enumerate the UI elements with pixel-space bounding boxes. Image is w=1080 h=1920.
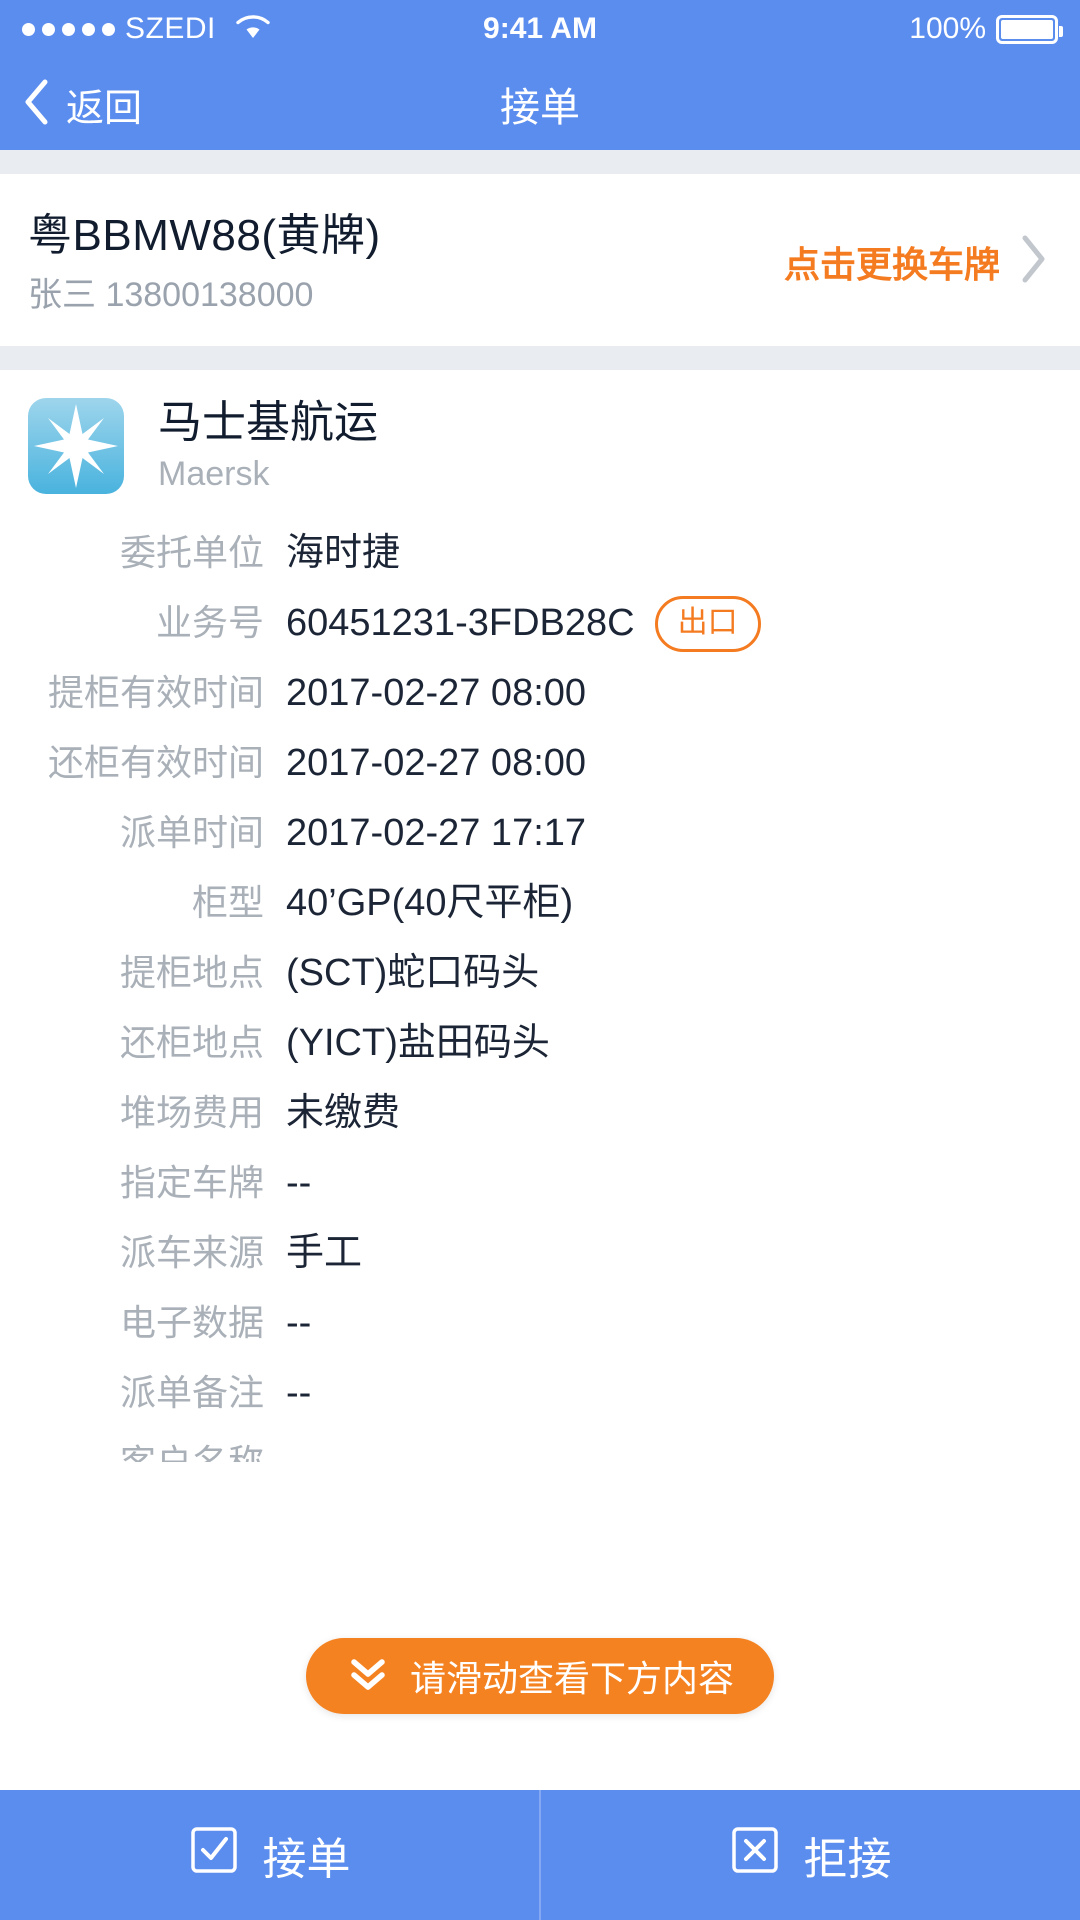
detail-field-row: 业务号 60451231-3FDB28C 出口 bbox=[0, 588, 1080, 658]
carrier-name: SZEDI bbox=[125, 12, 216, 45]
detail-field-row: 客户名称 bbox=[0, 1428, 1080, 1462]
detail-field-value-text: 2017-02-27 08:00 bbox=[286, 671, 587, 714]
detail-field-label: 指定车牌 bbox=[119, 1161, 264, 1203]
change-plate-button[interactable]: 点击更换车牌 bbox=[784, 232, 1052, 291]
detail-field-value: -- bbox=[286, 1148, 311, 1218]
section-separator-top bbox=[0, 150, 1080, 174]
detail-field-row: 指定车牌 -- bbox=[0, 1148, 1080, 1218]
status-bar-left: SZEDI bbox=[22, 12, 272, 46]
detail-field-label: 派单备注 bbox=[119, 1371, 264, 1413]
detail-field-label: 客户名称 bbox=[28, 1428, 264, 1462]
back-button[interactable]: 返回 bbox=[0, 77, 142, 132]
page-title: 接单 bbox=[500, 86, 580, 130]
detail-field-value-text: (SCT)蛇口码头 bbox=[286, 951, 540, 994]
detail-field-row: 还柜有效时间 2017-02-27 08:00 bbox=[0, 728, 1080, 798]
vehicle-card[interactable]: 粤BBMW88(黄牌) 张三 13800138000 点击更换车牌 bbox=[0, 174, 1080, 346]
trade-direction-badge: 出口 bbox=[654, 595, 761, 652]
checkbox-check-icon bbox=[189, 1825, 239, 1886]
checkbox-cross-icon bbox=[730, 1825, 780, 1886]
detail-field-value-text: (YICT)盐田码头 bbox=[286, 1021, 550, 1064]
chevron-left-icon bbox=[22, 77, 52, 132]
detail-field-label: 提柜地点 bbox=[119, 951, 264, 993]
maersk-star-logo bbox=[28, 397, 124, 494]
detail-field-label: 委托单位 bbox=[119, 531, 264, 573]
signal-strength-icon bbox=[22, 22, 115, 36]
detail-field-value: 2017-02-27 08:00 bbox=[286, 658, 586, 728]
change-plate-label: 点击更换车牌 bbox=[783, 243, 1000, 285]
status-bar-right: 100% bbox=[909, 12, 1063, 46]
detail-field-value: -- bbox=[286, 1288, 311, 1358]
detail-field-value-text: 海时捷 bbox=[286, 531, 401, 574]
detail-field-value: 2017-02-27 17:17 bbox=[286, 798, 586, 868]
double-chevron-down-icon bbox=[346, 1653, 390, 1700]
scroll-hint-button[interactable]: 请滑动查看下方内容 bbox=[305, 1638, 775, 1714]
accept-order-button-label: 接单 bbox=[262, 1835, 351, 1884]
detail-field-row: 柜型 40’GP(40尺平柜) bbox=[0, 868, 1080, 938]
app-screen: SZEDI 9:41 AM 100% 返回 接单 粤BBMW88(黄牌) 张三 … bbox=[0, 0, 1080, 1920]
detail-field-value: 40’GP(40尺平柜) bbox=[286, 868, 573, 938]
bottom-action-bar: 接单 拒接 bbox=[0, 1790, 1080, 1920]
back-button-label: 返回 bbox=[66, 87, 143, 130]
accept-order-button[interactable]: 接单 bbox=[0, 1790, 539, 1920]
detail-field-label: 派单时间 bbox=[119, 811, 264, 853]
wifi-icon bbox=[234, 13, 272, 46]
detail-field-value-text: -- bbox=[286, 1301, 312, 1344]
detail-field-value: 2017-02-27 08:00 bbox=[286, 728, 586, 798]
vehicle-info: 粤BBMW88(黄牌) 张三 13800138000 bbox=[28, 208, 784, 316]
detail-field-list: 委托单位 海时捷 业务号 60451231-3FDB28C 出口 提柜有效时间 2017-0… bbox=[0, 504, 1080, 1462]
detail-field-value-text: 手工 bbox=[286, 1231, 363, 1274]
detail-field-label: 还柜有效时间 bbox=[47, 741, 264, 783]
detail-field-row: 派单时间 2017-02-27 17:17 bbox=[0, 798, 1080, 868]
detail-field-label: 业务号 bbox=[155, 601, 264, 643]
detail-field-value: (YICT)盐田码头 bbox=[286, 1008, 550, 1078]
detail-field-label: 还柜地点 bbox=[119, 1021, 264, 1063]
scroll-hint-label: 请滑动查看下方内容 bbox=[409, 1658, 735, 1699]
detail-field-label: 派车来源 bbox=[119, 1231, 264, 1273]
detail-field-row: 提柜有效时间 2017-02-27 08:00 bbox=[0, 658, 1080, 728]
license-plate: 粤BBMW88(黄牌) bbox=[28, 211, 381, 260]
status-bar: SZEDI 9:41 AM 100% bbox=[0, 0, 1080, 58]
detail-field-value: 未缴费 bbox=[286, 1078, 400, 1148]
detail-field-row: 电子数据 -- bbox=[0, 1288, 1080, 1358]
detail-field-value-text: 未缴费 bbox=[286, 1091, 401, 1134]
detail-field-value: (SCT)蛇口码头 bbox=[286, 938, 539, 1008]
detail-field-row: 提柜地点 (SCT)蛇口码头 bbox=[0, 938, 1080, 1008]
detail-field-value: 手工 bbox=[286, 1218, 362, 1288]
chevron-right-icon bbox=[1018, 232, 1048, 291]
detail-field-label: 电子数据 bbox=[119, 1301, 264, 1343]
detail-field-value: -- bbox=[286, 1358, 311, 1428]
detail-field-row: 还柜地点 (YICT)盐田码头 bbox=[0, 1008, 1080, 1078]
detail-field-value-text: 40’GP(40尺平柜) bbox=[286, 881, 574, 924]
detail-field-value-text: -- bbox=[286, 1161, 312, 1204]
detail-field-value-text: 60451231-3FDB28C bbox=[286, 601, 635, 644]
navigation-bar: 返回 接单 bbox=[0, 58, 1080, 150]
section-separator-middle bbox=[0, 345, 1080, 370]
carrier-name-cn: 马士基航运 bbox=[158, 397, 378, 447]
detail-field-row: 派单备注 -- bbox=[0, 1358, 1080, 1428]
reject-order-button[interactable]: 拒接 bbox=[539, 1790, 1080, 1920]
detail-field-value: 60451231-3FDB28C 出口 bbox=[286, 588, 761, 658]
carrier-name-en: Maersk bbox=[158, 454, 270, 493]
detail-field-value-text: 2017-02-27 08:00 bbox=[286, 741, 587, 784]
battery-full-icon bbox=[996, 14, 1063, 44]
carrier-header: 马士基航运 Maersk bbox=[0, 370, 1080, 504]
detail-field-label: 堆场费用 bbox=[119, 1091, 264, 1133]
detail-field-label: 柜型 bbox=[191, 881, 264, 923]
detail-field-label: 提柜有效时间 bbox=[47, 671, 264, 713]
detail-field-value-text: -- bbox=[286, 1371, 312, 1414]
order-detail-section: 马士基航运 Maersk 委托单位 海时捷 业务号 60451231-3FDB28C 出… bbox=[0, 369, 1080, 1462]
detail-field-row: 派车来源 手工 bbox=[0, 1218, 1080, 1288]
detail-field-row: 委托单位 海时捷 bbox=[0, 518, 1080, 588]
battery-percent: 100% bbox=[909, 12, 986, 45]
carrier-names: 马士基航运 Maersk bbox=[158, 398, 378, 494]
detail-field-row: 堆场费用 未缴费 bbox=[0, 1078, 1080, 1148]
driver-info: 张三 13800138000 bbox=[28, 276, 314, 314]
detail-field-value-text: 2017-02-27 17:17 bbox=[286, 811, 587, 854]
detail-field-value: 海时捷 bbox=[286, 518, 400, 588]
reject-order-button-label: 拒接 bbox=[803, 1835, 892, 1884]
